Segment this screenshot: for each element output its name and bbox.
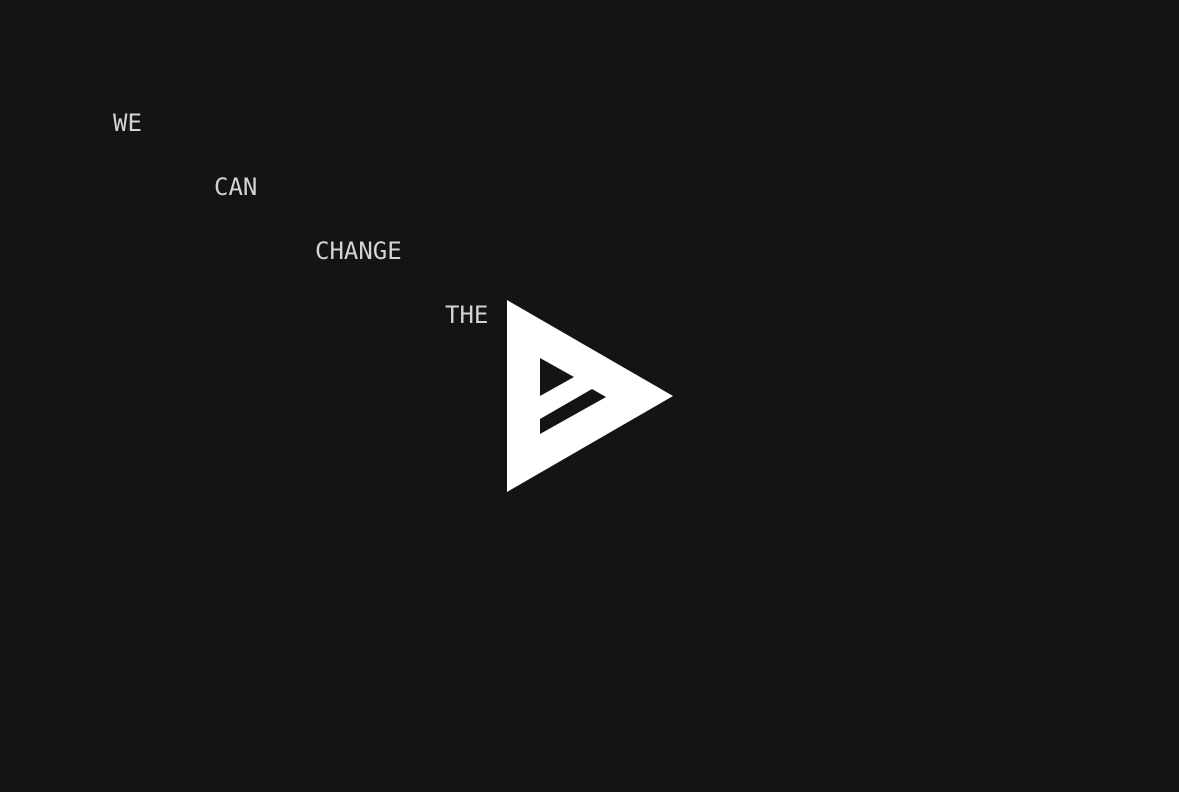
word-can: CAN bbox=[214, 173, 258, 201]
word-the: THE bbox=[445, 301, 489, 329]
word-we: WE bbox=[113, 109, 142, 137]
triangle-play-logo-icon bbox=[507, 300, 673, 492]
splash-screen: WE CAN CHANGE THE bbox=[0, 0, 1179, 792]
word-change: CHANGE bbox=[315, 237, 402, 265]
